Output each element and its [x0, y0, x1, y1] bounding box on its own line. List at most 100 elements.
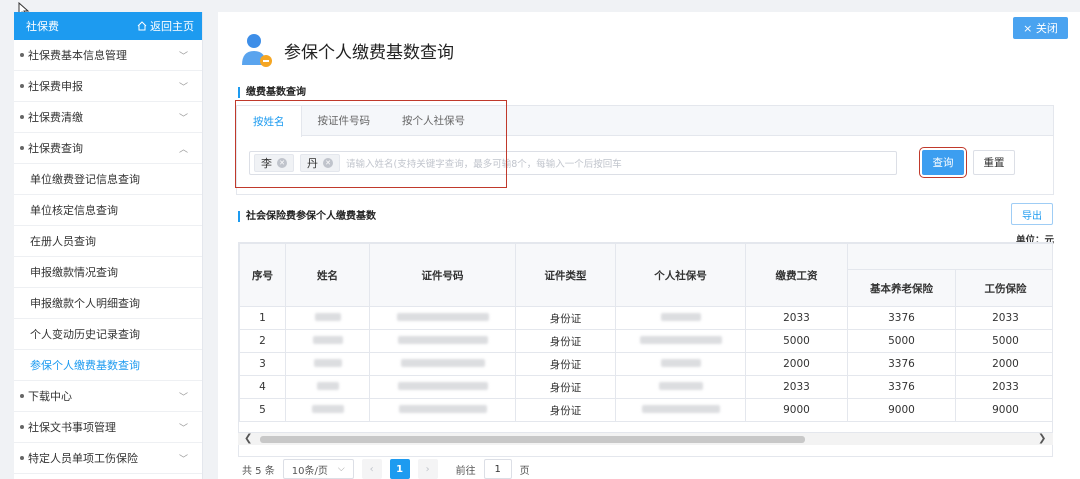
sidebar-item[interactable]: 社保费申报 ﹀ — [14, 71, 202, 102]
id-type-cell: 身份证 — [515, 375, 616, 399]
query-panel: 按姓名 按证件号码 按个人社保号 李 ✕ 丹 ✕ 请输入姓名(支持关键字查询，最… — [236, 105, 1054, 195]
sidebar-subitem[interactable]: 单位缴费登记信息查询 — [14, 164, 202, 195]
column-header: 工伤保险 — [955, 269, 1052, 307]
page-size-select[interactable]: 10条/页 ⌵ — [282, 459, 354, 479]
scroll-right-icon[interactable]: ❯ — [1038, 433, 1046, 444]
bullet-icon — [20, 84, 24, 88]
social-security-cell-redacted — [615, 352, 746, 376]
sidebar-item[interactable]: 社保文书事项管理 ﹀ — [14, 412, 202, 443]
name-tag-label: 丹 — [307, 157, 318, 170]
name-tag-input[interactable]: 李 ✕ 丹 ✕ 请输入姓名(支持关键字查询，最多可输8个，每输入一个后按回车 — [249, 151, 897, 175]
sidebar-item[interactable]: 社保费基本信息管理 ﹀ — [14, 40, 202, 71]
wage-cell: 2033 — [745, 306, 848, 330]
goto-label: 前往 — [455, 465, 476, 477]
column-header: 基本养老保险 — [847, 269, 956, 307]
sidebar-item-inner: 下载中心 — [20, 388, 72, 404]
table-row[interactable]: 2 身份证 5000 5000 5000 — [239, 329, 1052, 353]
id-number-cell-redacted — [369, 375, 516, 399]
sidebar-item-label: 社保费查询 — [28, 142, 83, 155]
reset-button[interactable]: 重置 — [973, 150, 1015, 175]
name-tag: 丹 ✕ — [300, 154, 340, 172]
sidebar-item-inner: 特定人员单项工伤保险 — [20, 450, 138, 466]
table-row[interactable]: 4 身份证 2033 3376 2033 — [239, 375, 1052, 399]
bullet-icon — [20, 53, 24, 57]
tab-by-id-number[interactable]: 按证件号码 — [302, 106, 387, 135]
table-row[interactable]: 3 身份证 2000 3376 2000 — [239, 352, 1052, 376]
column-header: 个人社保号 — [615, 243, 746, 307]
tab-by-social-security-number[interactable]: 按个人社保号 — [386, 106, 481, 135]
sidebar-item[interactable]: 特定人员单项工伤保险 ﹀ — [14, 443, 202, 474]
name-cell-redacted — [285, 398, 370, 422]
sidebar-item-inner: 社保费查询 — [20, 140, 83, 156]
page-suffix: 页 — [519, 465, 530, 477]
home-link-label: 返回主页 — [150, 20, 194, 33]
table-row[interactable]: 5 身份证 9000 9000 9000 — [239, 398, 1052, 422]
name-cell-redacted — [285, 375, 370, 399]
query-section-title: 缴费基数查询 — [238, 87, 306, 98]
pension-cell: 3376 — [847, 375, 956, 399]
sidebar-subitem[interactable]: 单位核定信息查询 — [14, 195, 202, 226]
export-button[interactable]: 导出 — [1011, 203, 1053, 225]
sidebar-item-label: 下载中心 — [28, 390, 72, 403]
name-cell-redacted — [285, 352, 370, 376]
id-number-cell-redacted — [369, 329, 516, 353]
chevron-down-icon: ﹀ — [178, 392, 188, 403]
results-section-title: 社会保险费参保个人缴费基数 — [238, 211, 376, 222]
chevron-down-icon: ﹀ — [178, 423, 188, 434]
home-icon — [137, 21, 147, 31]
column-header: 序号 — [239, 243, 286, 307]
name-tag: 李 ✕ — [254, 154, 294, 172]
sidebar-subitem[interactable]: 个人变动历史记录查询 — [14, 319, 202, 350]
sidebar-header: 社保费 返回主页 — [14, 12, 202, 40]
injury-cell: 2033 — [955, 375, 1052, 399]
goto-page-input[interactable]: 1 — [483, 459, 512, 479]
social-security-cell-redacted — [615, 398, 746, 422]
pension-cell: 9000 — [847, 398, 956, 422]
bullet-icon — [20, 425, 24, 429]
sidebar-item[interactable]: 社保费查询 ︿ — [14, 133, 202, 164]
total-count: 共 5 条 — [242, 465, 275, 477]
sidebar-item-inner: 社保文书事项管理 — [20, 419, 116, 435]
scroll-thumb[interactable] — [260, 436, 805, 443]
query-tabs: 按姓名 按证件号码 按个人社保号 — [237, 106, 1053, 137]
home-link[interactable]: 返回主页 — [137, 18, 194, 34]
sidebar-item-inner: 社保费基本信息管理 — [20, 47, 127, 63]
sidebar-subitem[interactable]: 参保个人缴费基数查询 — [14, 350, 202, 381]
next-page-button[interactable]: › — [417, 459, 438, 479]
pagination: 共 5 条 10条/页 ⌵ ‹ 1 › 前往 1 页 — [242, 459, 530, 479]
name-cell-redacted — [285, 306, 370, 330]
page-header: 参保个人缴费基数查询 — [240, 32, 454, 68]
tag-remove-icon[interactable]: ✕ — [323, 158, 333, 168]
row-index: 3 — [239, 352, 286, 376]
column-group-header — [846, 243, 1052, 270]
wage-cell: 2033 — [745, 375, 848, 399]
wage-cell: 2000 — [745, 352, 848, 376]
bullet-icon — [20, 115, 24, 119]
sidebar-subitem[interactable]: 在册人员查询 — [14, 226, 202, 257]
tab-by-name[interactable]: 按姓名 — [237, 106, 302, 137]
injury-cell: 9000 — [955, 398, 1052, 422]
sidebar-item-inner: 社保费清缴 — [20, 109, 83, 125]
query-button[interactable]: 查询 — [919, 147, 967, 178]
chevron-down-icon: ﹀ — [178, 51, 188, 62]
id-number-cell-redacted — [369, 306, 516, 330]
horizontal-scrollbar[interactable]: ❮ ❯ — [238, 432, 1053, 445]
close-button[interactable]: × 关闭 — [1013, 17, 1068, 39]
sidebar-item[interactable]: 下载中心 ﹀ — [14, 381, 202, 412]
tag-remove-icon[interactable]: ✕ — [277, 158, 287, 168]
chevron-down-icon: ﹀ — [178, 454, 188, 465]
column-header: 姓名 — [285, 243, 370, 307]
page-number-button[interactable]: 1 — [389, 459, 410, 479]
sidebar-item-label: 特定人员单项工伤保险 — [28, 452, 138, 465]
sidebar-subitem[interactable]: 申报缴款个人明细查询 — [14, 288, 202, 319]
scroll-left-icon[interactable]: ❮ — [244, 433, 252, 444]
id-type-cell: 身份证 — [515, 352, 616, 376]
prev-page-button[interactable]: ‹ — [361, 459, 382, 479]
bullet-icon — [20, 394, 24, 398]
table-row[interactable]: 1 身份证 2033 3376 2033 — [239, 306, 1052, 330]
sidebar-subitem[interactable]: 申报缴款情况查询 — [14, 257, 202, 288]
row-index: 2 — [239, 329, 286, 353]
sidebar-item[interactable]: 社保费清缴 ﹀ — [14, 102, 202, 133]
name-input-placeholder: 请输入姓名(支持关键字查询，最多可输8个，每输入一个后按回车 — [346, 159, 622, 170]
sidebar-item-label: 社保费基本信息管理 — [28, 49, 127, 62]
